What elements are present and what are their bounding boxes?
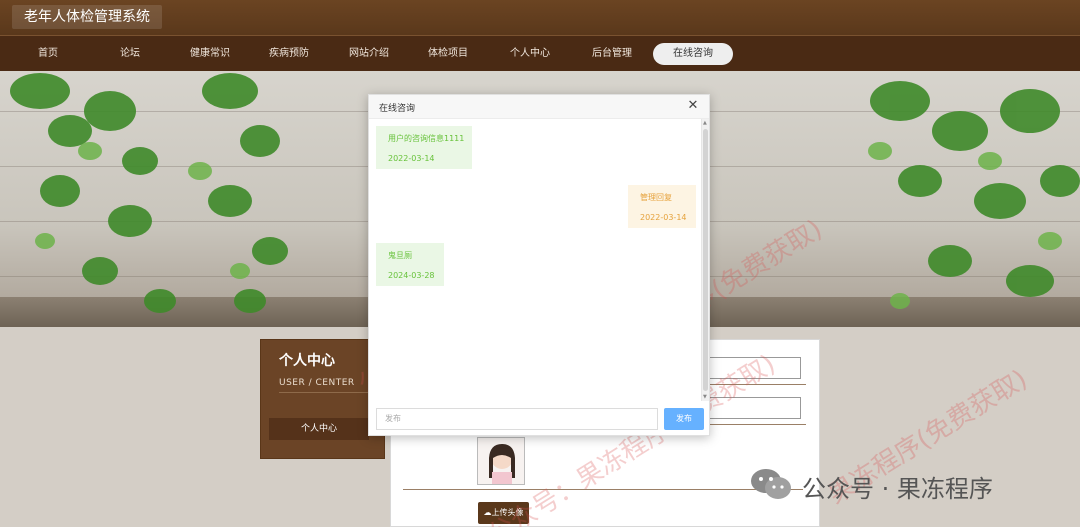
nav-item-forum[interactable]: 论坛	[90, 43, 170, 65]
upload-avatar-label: 上传头像	[491, 508, 524, 517]
sidebar-title: 个人中心	[279, 353, 335, 369]
nav-item-site-intro[interactable]: 网站介绍	[329, 43, 409, 65]
wechat-badge: 公众号 · 果冻程序	[750, 465, 1060, 503]
nav-item-personal-center[interactable]: 个人中心	[490, 43, 570, 65]
wechat-label: 公众号 · 果冻程序	[802, 475, 993, 503]
field-underline	[705, 424, 806, 425]
nav-item-online-consult[interactable]: 在线咨询	[653, 43, 733, 65]
top-bar: 老年人体检管理系统	[0, 0, 1080, 35]
avatar	[477, 437, 525, 485]
message-input[interactable]: 发布	[376, 408, 658, 430]
upload-avatar-button[interactable]: ☁上传头像	[478, 502, 529, 524]
message-text: 管理回复	[640, 193, 672, 202]
profile-field[interactable]	[705, 397, 801, 419]
message-user: 用户的咨询信息1111 2022-03-14	[376, 126, 472, 169]
nav-item-checkup-items[interactable]: 体检项目	[408, 43, 488, 65]
section-divider	[403, 489, 803, 490]
message-user: 鬼旦厕 2024-03-28	[376, 243, 444, 286]
consult-dialog: 在线咨询 ✕ 用户的咨询信息1111 2022-03-14 管理回复 2022-…	[368, 94, 710, 436]
message-date: 2022-03-14	[640, 213, 687, 222]
scroll-thumb[interactable]	[703, 129, 708, 391]
nav-item-admin[interactable]: 后台管理	[572, 43, 652, 65]
message-admin: 管理回复 2022-03-14	[628, 185, 696, 228]
sidebar-subtitle: USER / CENTER	[279, 378, 355, 388]
message-text: 用户的咨询信息1111	[388, 134, 465, 143]
sidebar-divider	[279, 392, 369, 393]
dialog-footer: 发布 发布	[369, 401, 709, 435]
scroll-up-icon[interactable]: ▲	[703, 120, 707, 126]
message-list[interactable]: 用户的咨询信息1111 2022-03-14 管理回复 2022-03-14 鬼…	[369, 119, 709, 401]
wechat-icon	[751, 469, 791, 499]
send-button[interactable]: 发布	[664, 408, 704, 430]
sidebar-panel: 个人中心 USER / CENTER 个人中心	[260, 339, 385, 459]
message-date: 2022-03-14	[388, 154, 435, 163]
sidebar-item-personal-center[interactable]: 个人中心	[269, 418, 369, 440]
upload-icon: ☁	[483, 508, 492, 517]
site-title: 老年人体检管理系统	[12, 5, 162, 29]
dialog-title: 在线咨询	[379, 104, 416, 114]
close-icon[interactable]: ✕	[685, 98, 701, 114]
message-date: 2024-03-28	[388, 271, 435, 280]
scrollbar[interactable]: ▲ ▼	[701, 119, 709, 401]
dialog-header: 在线咨询 ✕	[369, 95, 709, 119]
main-nav: 首页 论坛 健康常识 疾病预防 网站介绍 体检项目 个人中心 后台管理 在线咨询	[0, 35, 1080, 71]
profile-field[interactable]	[705, 357, 801, 379]
scroll-down-icon[interactable]: ▼	[703, 394, 707, 400]
nav-item-home[interactable]: 首页	[8, 43, 88, 65]
field-underline	[705, 384, 806, 385]
nav-item-health-knowledge[interactable]: 健康常识	[170, 43, 250, 65]
nav-item-disease-prevention[interactable]: 疾病预防	[249, 43, 329, 65]
message-text: 鬼旦厕	[388, 251, 412, 260]
